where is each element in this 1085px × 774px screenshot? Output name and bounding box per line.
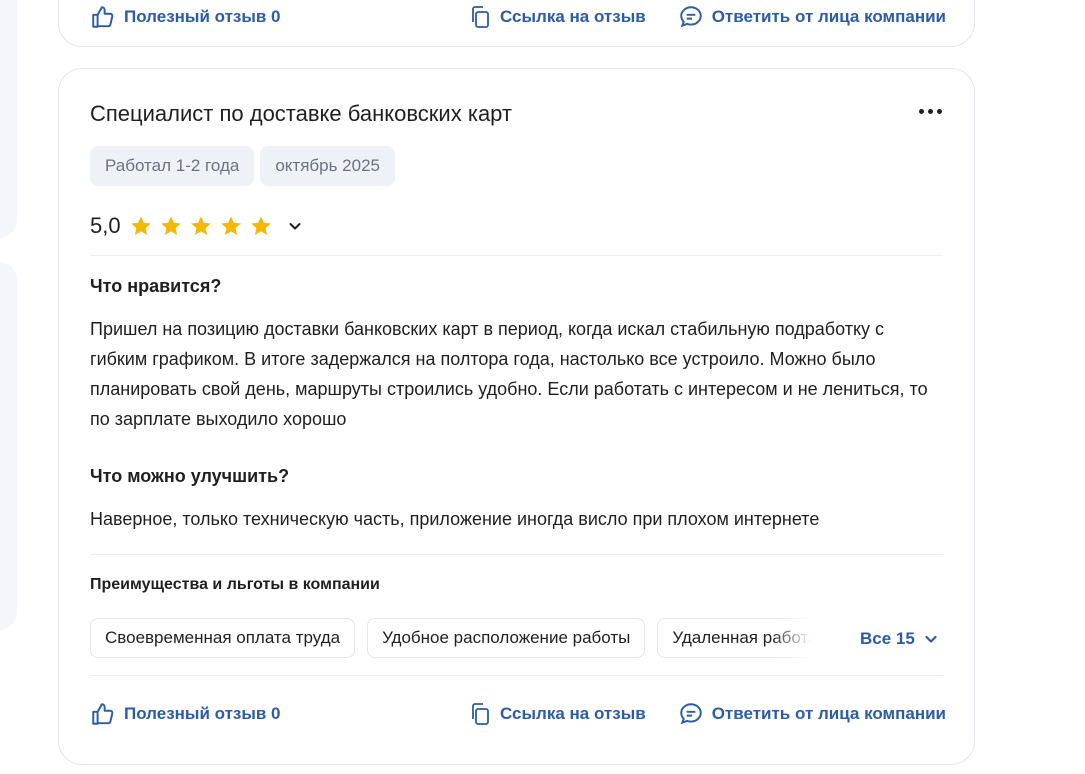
review-title: Специалист по доставке банковских карт bbox=[90, 101, 513, 126]
reply-as-company-label: Ответить от лица компании bbox=[711, 704, 946, 723]
star-icon bbox=[190, 216, 211, 235]
review-actions: Полезный отзыв 0 Ссылка на отзыв Ответит… bbox=[90, 701, 946, 727]
review-card: Специалист по доставке банковских карт Р… bbox=[58, 68, 975, 765]
divider bbox=[90, 255, 943, 256]
benefit-chip: Своевременная оплата труда bbox=[90, 618, 356, 658]
rating-value: 5,0 bbox=[90, 213, 121, 238]
review-link-button[interactable]: Ссылка на отзыв bbox=[468, 5, 646, 29]
review-link-label: Ссылка на отзыв bbox=[500, 7, 646, 26]
useful-review-button[interactable]: Полезный отзыв 0 bbox=[90, 4, 281, 30]
star-icon bbox=[250, 216, 271, 235]
benefits-fade bbox=[771, 618, 811, 658]
rating-details-toggle[interactable] bbox=[287, 218, 303, 234]
all-benefits-label: Все 15 bbox=[860, 629, 915, 648]
thumbs-up-icon bbox=[92, 703, 114, 725]
reply-as-company-label: Ответить от лица компании bbox=[711, 7, 946, 26]
star-icon bbox=[160, 216, 181, 235]
copy-link-icon bbox=[472, 703, 489, 725]
thumbs-up-icon bbox=[92, 6, 114, 28]
useful-review-button[interactable]: Полезный отзыв 0 bbox=[90, 701, 281, 727]
side-panel-bottom bbox=[0, 262, 17, 630]
tag-date: октябрь 2025 bbox=[260, 146, 395, 186]
review-link-label: Ссылка на отзыв bbox=[500, 704, 646, 723]
likes-text: Пришел на позицию доставки банковских ка… bbox=[90, 319, 928, 429]
likes-title: Что нравится? bbox=[90, 276, 222, 296]
more-options-button[interactable] bbox=[916, 105, 944, 117]
improve-text: Наверное, только техническую часть, прил… bbox=[90, 509, 820, 529]
rating-stars bbox=[129, 214, 273, 238]
benefits-title: Преимущества и льготы в компании bbox=[90, 576, 380, 593]
benefit-chip: Удобное расположение работы bbox=[367, 618, 646, 658]
chat-bubble-icon bbox=[679, 703, 702, 725]
tag-experience: Работал 1-2 года bbox=[90, 146, 255, 186]
star-icon bbox=[130, 216, 151, 235]
side-panel-top bbox=[0, 0, 17, 238]
useful-review-label: Полезный отзыв 0 bbox=[124, 704, 281, 723]
divider bbox=[90, 554, 943, 555]
benefits-list: Своевременная оплата труда Удобное распо… bbox=[90, 618, 811, 658]
rating-row: 5,0 bbox=[90, 213, 303, 239]
improve-title: Что можно улучшить? bbox=[90, 466, 290, 486]
review-tags: Работал 1-2 года октябрь 2025 bbox=[90, 146, 395, 186]
all-benefits-button[interactable]: Все 15 bbox=[860, 629, 939, 649]
copy-link-icon bbox=[472, 6, 489, 28]
reply-as-company-button[interactable]: Ответить от лица компании bbox=[678, 701, 946, 727]
chevron-down-icon bbox=[289, 223, 301, 230]
previous-review-actions: Полезный отзыв 0 Ссылка на отзыв Ответит… bbox=[90, 4, 946, 30]
more-dots-icon bbox=[918, 108, 924, 114]
divider bbox=[90, 675, 943, 676]
previous-review-card: Полезный отзыв 0 Ссылка на отзыв Ответит… bbox=[58, 0, 975, 47]
star-icon bbox=[220, 216, 241, 235]
review-link-button[interactable]: Ссылка на отзыв bbox=[468, 702, 646, 726]
chat-bubble-icon bbox=[679, 6, 702, 28]
useful-review-label: Полезный отзыв 0 bbox=[124, 7, 281, 26]
reply-as-company-button[interactable]: Ответить от лица компании bbox=[678, 4, 946, 30]
chevron-down-icon bbox=[925, 635, 937, 643]
